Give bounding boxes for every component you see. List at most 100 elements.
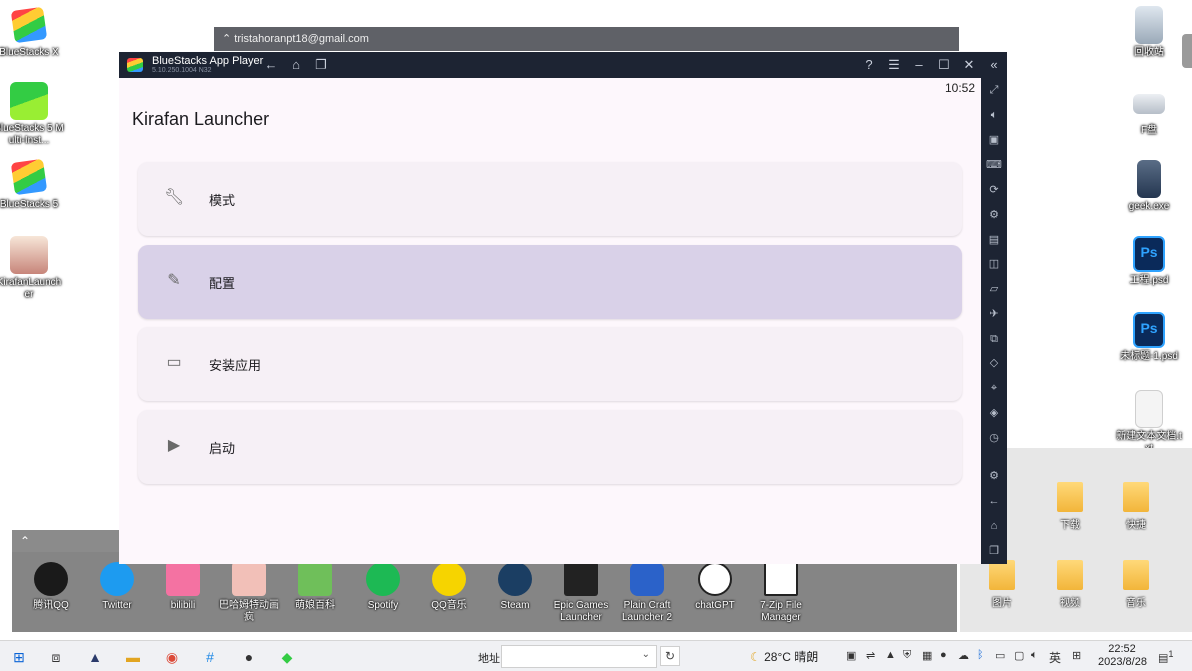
desktop-icon-label: 工程.psd	[1129, 275, 1169, 286]
help-icon[interactable]: ?	[860, 56, 878, 74]
sync-icon[interactable]: ◷	[985, 429, 1003, 447]
tray-network-share-icon[interactable]: ⇌	[866, 649, 875, 662]
app-shortcut-qq-music[interactable]: QQ音乐	[416, 562, 482, 612]
minimize-icon[interactable]: –	[910, 56, 928, 74]
screenshot-icon[interactable]: ◫	[985, 255, 1003, 273]
app-shortcut-qq[interactable]: 腾讯QQ	[18, 562, 84, 612]
tray-shield-icon[interactable]: ⛨	[903, 649, 911, 662]
recycle-bin-icon	[1135, 6, 1163, 44]
explorer-item[interactable]: 音乐	[1106, 560, 1166, 609]
explorer-item[interactable]: 快捷	[1106, 482, 1166, 531]
address-input[interactable]: ⌄	[501, 645, 657, 668]
keyboard-icon[interactable]: ⌨	[985, 156, 1003, 174]
app-shortcut-twitter[interactable]: Twitter	[84, 562, 150, 612]
location-icon[interactable]: ⌖	[985, 379, 1003, 397]
taskbar-clock[interactable]: 22:52 2023/8/28	[1098, 643, 1147, 669]
app-shortcut-chatgpt[interactable]: chatGPT	[682, 562, 748, 612]
desktop-icon-bluestacks-5[interactable]: BlueStacks 5	[0, 158, 64, 211]
volume-icon[interactable]: 🔈︎	[985, 106, 1003, 124]
desktop-icon-text-file[interactable]: 新建文本文档.txt	[1114, 390, 1184, 455]
desktop-icon-geek[interactable]: geek.exe	[1114, 160, 1184, 213]
collapse-sidebar-icon[interactable]: «	[985, 56, 1003, 74]
explorer-item[interactable]: 视频	[1040, 560, 1100, 609]
tray-qq-icon[interactable]: ●	[940, 649, 947, 661]
back-icon[interactable]: ←	[985, 492, 1003, 510]
app-label: Plain Craft Launcher 2	[621, 600, 673, 623]
tray-bluetooth-icon[interactable]: ᛒ	[977, 649, 984, 661]
macro-icon[interactable]: ⚙	[985, 206, 1003, 224]
bluestacks-taskbar-icon[interactable]: ◆	[277, 647, 297, 667]
home-icon[interactable]: ⌂	[985, 517, 1003, 535]
desktop-icon-recycle-bin[interactable]: 回收站	[1114, 6, 1184, 59]
menu-card-label: 安装应用	[209, 358, 262, 373]
menu-card-mode[interactable]: 🔧︎ 模式	[138, 162, 962, 236]
file-explorer-icon[interactable]: ▬	[123, 647, 143, 667]
qq-taskbar-icon[interactable]: ●	[239, 647, 259, 667]
multi-instance-icon[interactable]: ⧉	[985, 330, 1003, 348]
close-icon[interactable]: ✕	[960, 56, 978, 74]
background-panel-header[interactable]: ⌃	[12, 530, 120, 552]
menu-card-install-app[interactable]: ▭ 安装应用	[138, 327, 962, 401]
back-arrow-icon[interactable]: ←	[262, 56, 280, 74]
explorer-item[interactable]: 下载	[1040, 482, 1100, 531]
psd-file-icon: Ps	[1133, 236, 1165, 272]
notification-icon[interactable]: ▤1	[1158, 649, 1174, 665]
folder-icon[interactable]: ▱	[985, 280, 1003, 298]
task-view-icon[interactable]: ⧈	[46, 647, 66, 667]
app-label: Twitter	[102, 600, 132, 611]
chevron-down-icon[interactable]: ⌄	[642, 649, 650, 660]
start-windows-icon[interactable]: ⊞	[9, 647, 29, 667]
tray-battery-icon[interactable]: ▭	[995, 649, 1005, 662]
tray-grid-icon[interactable]: ⊞	[1072, 649, 1081, 662]
app-shortcut-epic[interactable]: Epic Games Launcher	[548, 562, 614, 624]
app-shortcut-spotify[interactable]: Spotify	[350, 562, 416, 612]
recents-icon[interactable]: ❐	[985, 542, 1003, 560]
media-icon[interactable]: ▣	[985, 131, 1003, 149]
refresh-icon[interactable]: ↻	[660, 646, 680, 666]
menu-card-config[interactable]: ✎ 配置	[138, 245, 962, 319]
tray-network-icon[interactable]: ▢	[1014, 649, 1024, 662]
weather-widget[interactable]: ☾ 28°C 晴朗	[750, 648, 818, 665]
steam-icon	[498, 562, 532, 596]
rotate-icon[interactable]: ⟳	[985, 181, 1003, 199]
recents-icon[interactable]: ❐	[312, 56, 330, 74]
explorer-item-label: 图片	[992, 598, 1012, 609]
explorer-item[interactable]: 图片	[972, 560, 1032, 609]
desktop-icon-bluestacks-x[interactable]: BlueStacks X	[0, 6, 64, 59]
fullscreen-icon[interactable]: ⤢	[985, 81, 1003, 99]
explorer-item-label: 快捷	[1126, 520, 1146, 531]
tray-volume-icon[interactable]: 🔈︎	[1031, 649, 1038, 662]
app-shortcut-bilibili[interactable]: bilibili	[150, 562, 216, 612]
settings-icon[interactable]: ⚙	[985, 467, 1003, 485]
tray-cloud-icon[interactable]: ☁	[958, 649, 969, 662]
side-panel-handle[interactable]	[1182, 34, 1192, 68]
app-shortcut-moegirl[interactable]: 萌娘百科	[282, 562, 348, 612]
apk-icon[interactable]: ▤	[985, 231, 1003, 249]
menu-card-launch[interactable]: ▶ 启动	[138, 410, 962, 484]
layers-icon[interactable]: ◈	[985, 404, 1003, 422]
tray-gpu-icon[interactable]: ▦	[922, 649, 932, 662]
app-shortcut-steam[interactable]: Steam	[482, 562, 548, 612]
app-shortcut-animation[interactable]: 巴哈姆特动画疯	[216, 562, 282, 624]
desktop-icon-drive[interactable]: F盘	[1114, 84, 1184, 137]
home-icon[interactable]: ⌂	[287, 56, 305, 74]
bluestacks-title-bar[interactable]: BlueStacks App Player 5.10.250.1004 N32 …	[119, 52, 1007, 78]
tray-app-icon[interactable]: ▣	[846, 649, 856, 662]
maximize-icon[interactable]: ☐	[935, 56, 953, 74]
app-shortcut-7zip[interactable]: 7-Zip File Manager	[748, 562, 814, 624]
chrome-icon[interactable]: ◉	[162, 647, 182, 667]
desktop-icon-psd-project[interactable]: Ps 工程.psd	[1114, 236, 1184, 287]
tray-ime[interactable]: 英	[1049, 649, 1061, 666]
desktop-icon-kirafan-launcher[interactable]: KirafanLauncher	[0, 236, 64, 301]
tray-cat-icon[interactable]: ▲	[885, 649, 896, 661]
cat-app-icon[interactable]: ▲	[85, 647, 105, 667]
bilibili-icon	[166, 562, 200, 596]
airplane-icon[interactable]: ✈	[985, 305, 1003, 323]
desktop-icon-psd-untitled[interactable]: Ps 未标题-1.psd	[1114, 312, 1184, 363]
app-shortcut-pcl[interactable]: Plain Craft Launcher 2	[614, 562, 680, 624]
desktop-icon-bluestacks-multi[interactable]: BlueStacks 5 Multi-Inst...	[0, 82, 64, 147]
eco-mode-icon[interactable]: ◇	[985, 354, 1003, 372]
hashtag-app-icon[interactable]: #	[200, 647, 220, 667]
menu-icon[interactable]: ☰	[885, 56, 903, 74]
background-browser-bar[interactable]: ⌃ tristahoranpt18@gmail.com	[214, 27, 959, 51]
